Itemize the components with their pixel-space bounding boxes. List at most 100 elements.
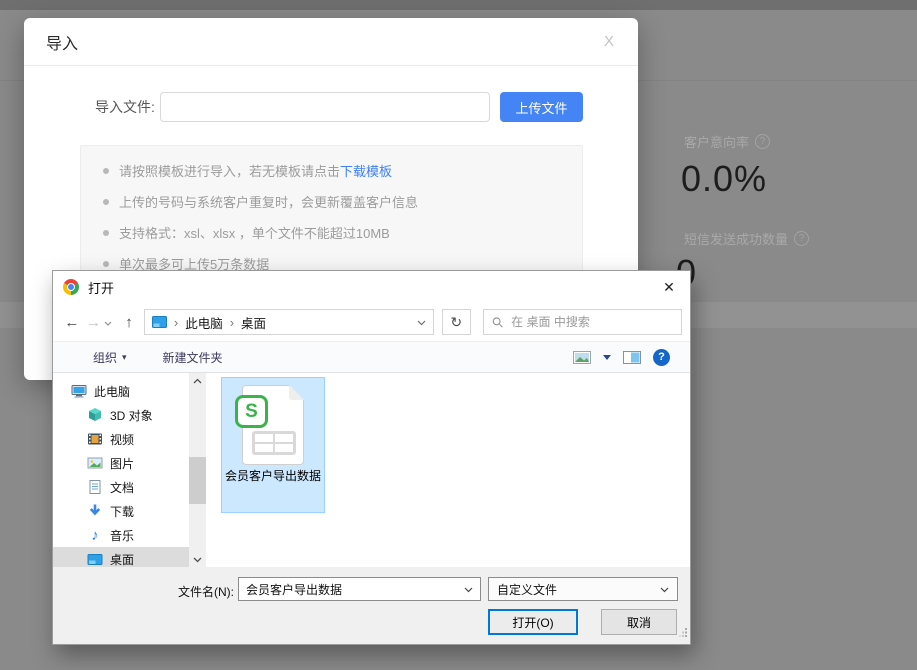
note-item: 支持格式：xsl、xlsx ，单个文件不能超过10MB xyxy=(103,218,566,249)
stat-customer-intent-value: 0.0% xyxy=(681,158,767,200)
stat-label: 短信发送成功数量 xyxy=(684,229,788,248)
desktop-icon xyxy=(87,551,103,567)
view-thumbnail-icon[interactable] xyxy=(573,351,591,364)
picture-icon xyxy=(87,455,103,471)
note-text: 请按照模板进行导入，若无模板请点击 xyxy=(119,164,340,179)
import-modal-header: 导入 X xyxy=(24,18,638,66)
file-type-select[interactable]: 自定义文件 xyxy=(488,577,678,601)
places-sidebar: 此电脑 3D 对象 视频 图片 文档 xyxy=(53,373,206,567)
close-icon[interactable]: X xyxy=(604,33,614,50)
upload-file-button[interactable]: 上传文件 xyxy=(500,92,583,122)
chevron-down-icon[interactable] xyxy=(464,580,473,598)
command-bar-right: ? xyxy=(573,349,670,366)
dialog-title-bar[interactable]: 打开 ✕ xyxy=(53,271,690,303)
film-icon xyxy=(87,431,103,447)
search-box xyxy=(483,309,682,335)
organize-menu[interactable]: 组织 ▾ xyxy=(93,349,127,366)
sidebar-label: 桌面 xyxy=(110,551,134,568)
file-type-value: 自定义文件 xyxy=(497,581,557,598)
sidebar-label: 视频 xyxy=(110,431,134,448)
back-icon[interactable]: ← xyxy=(61,314,83,331)
sidebar-item-3d-objects[interactable]: 3D 对象 xyxy=(53,403,189,427)
address-bar[interactable]: › 此电脑 › 桌面 xyxy=(144,309,434,335)
sidebar-item-videos[interactable]: 视频 xyxy=(53,427,189,451)
table-grid-icon xyxy=(252,431,296,455)
stat-label: 客户意向率 xyxy=(684,132,749,151)
bullet-dot-icon xyxy=(103,230,109,236)
spreadsheet-badge-icon: S xyxy=(235,395,268,428)
sidebar-scrollbar[interactable] xyxy=(189,373,206,567)
command-bar: 组织 ▾ 新建文件夹 ? xyxy=(53,341,690,373)
note-item: 请按照模板进行导入，若无模板请点击下载模板 xyxy=(103,156,566,187)
dialog-main: 此电脑 3D 对象 视频 图片 文档 xyxy=(53,373,690,567)
sidebar-label: 此电脑 xyxy=(94,383,130,400)
scrollbar-thumb[interactable] xyxy=(189,457,206,504)
dialog-title: 打开 xyxy=(88,278,114,297)
sidebar-item-music[interactable]: ♪ 音乐 xyxy=(53,523,189,547)
computer-icon xyxy=(71,383,87,399)
sidebar-item-pictures[interactable]: 图片 xyxy=(53,451,189,475)
filename-combobox[interactable]: 会员客户导出数据 xyxy=(238,577,481,601)
desktop-icon xyxy=(152,316,167,328)
sidebar-label: 3D 对象 xyxy=(110,407,153,424)
view-options-chevron-icon[interactable] xyxy=(603,352,611,362)
breadcrumb-desktop[interactable]: 桌面 xyxy=(241,313,266,332)
bullet-dot-icon xyxy=(103,199,109,205)
note-item: 上传的号码与系统客户重复时，会更新覆盖客户信息 xyxy=(103,187,566,218)
breadcrumb-separator: › xyxy=(174,315,178,330)
organize-label: 组织 xyxy=(93,349,117,366)
filename-value: 会员客户导出数据 xyxy=(246,581,342,598)
page-top-bar xyxy=(0,0,917,10)
refresh-button[interactable]: ↻ xyxy=(442,309,471,335)
question-circle-icon: ? xyxy=(794,231,809,246)
sidebar-label: 文档 xyxy=(110,479,134,496)
dialog-footer: 文件名(N): 会员客户导出数据 自定义文件 打开(O) 取消 xyxy=(53,567,690,644)
up-icon[interactable]: ↑ xyxy=(116,314,142,331)
refresh-icon: ↻ xyxy=(450,314,462,331)
import-file-label: 导入文件: xyxy=(95,97,160,117)
close-icon[interactable]: ✕ xyxy=(658,279,680,296)
document-icon xyxy=(87,479,103,495)
search-icon xyxy=(492,316,504,329)
page-fold xyxy=(289,385,304,400)
filename-label: 文件名(N): xyxy=(149,583,234,600)
file-name: 会员客户导出数据 xyxy=(225,469,321,484)
cube-icon xyxy=(87,407,103,423)
resize-grip[interactable] xyxy=(678,624,688,642)
sidebar-item-this-pc[interactable]: 此电脑 xyxy=(53,379,189,403)
download-arrow-icon xyxy=(87,503,103,519)
navigation-bar: ← → ↑ › 此电脑 › 桌面 ↻ xyxy=(53,303,690,341)
sidebar-item-downloads[interactable]: 下载 xyxy=(53,499,189,523)
screen: 客户意向率 ? 0.0% 短信发送成功数量 ? 0 导入 X 导入文件: 上传文… xyxy=(0,0,917,670)
file-item-selected[interactable]: S 会员客户导出数据 xyxy=(221,377,325,513)
file-list[interactable]: S 会员客户导出数据 xyxy=(206,373,690,567)
sidebar-label: 下载 xyxy=(110,503,134,520)
note-text: 支持格式：xsl、xlsx ，单个文件不能超过10MB xyxy=(119,226,390,241)
scroll-down-icon[interactable] xyxy=(189,552,206,567)
sidebar-item-documents[interactable]: 文档 xyxy=(53,475,189,499)
modal-title: 导入 xyxy=(46,30,78,54)
preview-pane-icon[interactable] xyxy=(623,351,641,364)
bullet-dot-icon xyxy=(103,168,109,174)
bullet-dot-icon xyxy=(103,261,109,267)
open-button[interactable]: 打开(O) xyxy=(488,609,578,635)
forward-icon[interactable]: → xyxy=(83,314,105,331)
music-note-icon: ♪ xyxy=(87,527,103,544)
address-dropdown-chevron-icon[interactable] xyxy=(417,313,426,331)
new-folder-button[interactable]: 新建文件夹 xyxy=(163,349,223,366)
recent-locations-chevron-icon[interactable] xyxy=(104,313,116,331)
sidebar-label: 音乐 xyxy=(110,527,134,544)
spreadsheet-file-icon: S xyxy=(242,385,304,465)
chevron-down-icon xyxy=(660,582,669,596)
question-circle-icon: ? xyxy=(755,134,770,149)
upload-row: 导入文件: 上传文件 xyxy=(95,92,638,122)
sidebar-label: 图片 xyxy=(110,455,134,472)
download-template-link[interactable]: 下载模板 xyxy=(340,164,392,179)
breadcrumb-separator: › xyxy=(230,315,234,330)
scroll-up-icon[interactable] xyxy=(189,373,206,388)
search-input[interactable] xyxy=(511,315,673,329)
breadcrumb-this-pc[interactable]: 此电脑 xyxy=(185,313,223,332)
cancel-button[interactable]: 取消 xyxy=(601,609,677,635)
import-file-input[interactable] xyxy=(160,92,490,122)
help-icon[interactable]: ? xyxy=(653,349,670,366)
